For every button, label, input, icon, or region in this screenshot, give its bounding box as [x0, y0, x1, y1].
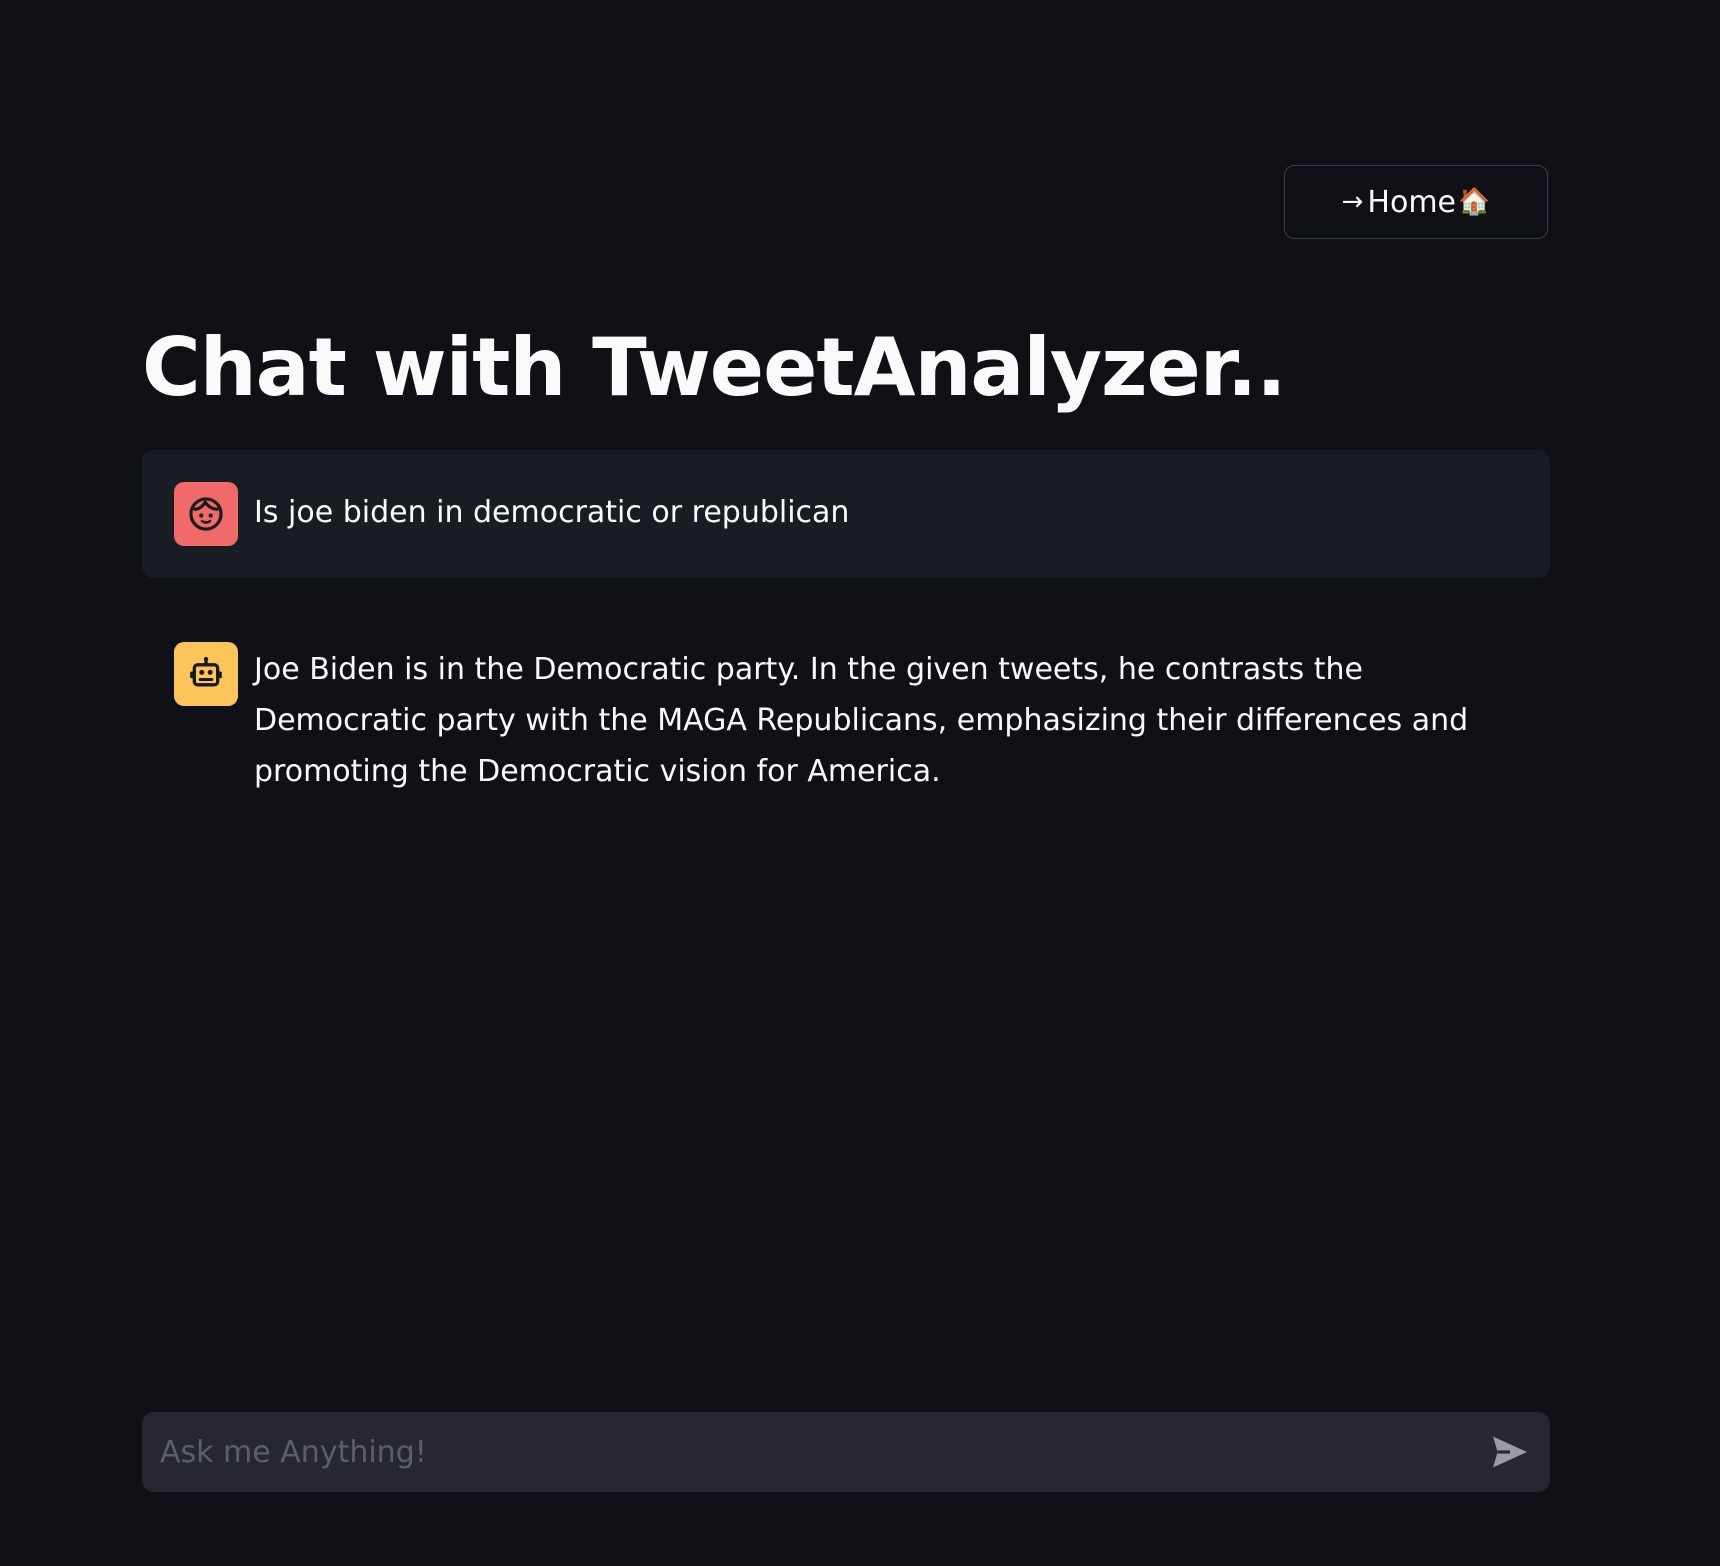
- chat-input[interactable]: [160, 1412, 1460, 1492]
- house-icon: 🏠: [1458, 187, 1491, 217]
- assistant-message-text: Joe Biden is in the Democratic party. In…: [254, 652, 1469, 789]
- user-message-text: Is joe biden in democratic or republican: [254, 495, 850, 530]
- chat-message-user: Is joe biden in democratic or republican: [142, 450, 1550, 578]
- robot-icon: [174, 642, 238, 706]
- chat-input-container: [142, 1412, 1550, 1492]
- arrow-right-icon: →: [1341, 187, 1364, 217]
- send-button[interactable]: [1488, 1430, 1532, 1474]
- page-title: Chat with TweetAnalyzer..: [142, 321, 1287, 414]
- home-button-label: Home: [1367, 184, 1456, 220]
- send-icon: [1493, 1436, 1527, 1468]
- home-button[interactable]: → Home 🏠: [1284, 165, 1548, 239]
- user-face-icon: [174, 482, 238, 546]
